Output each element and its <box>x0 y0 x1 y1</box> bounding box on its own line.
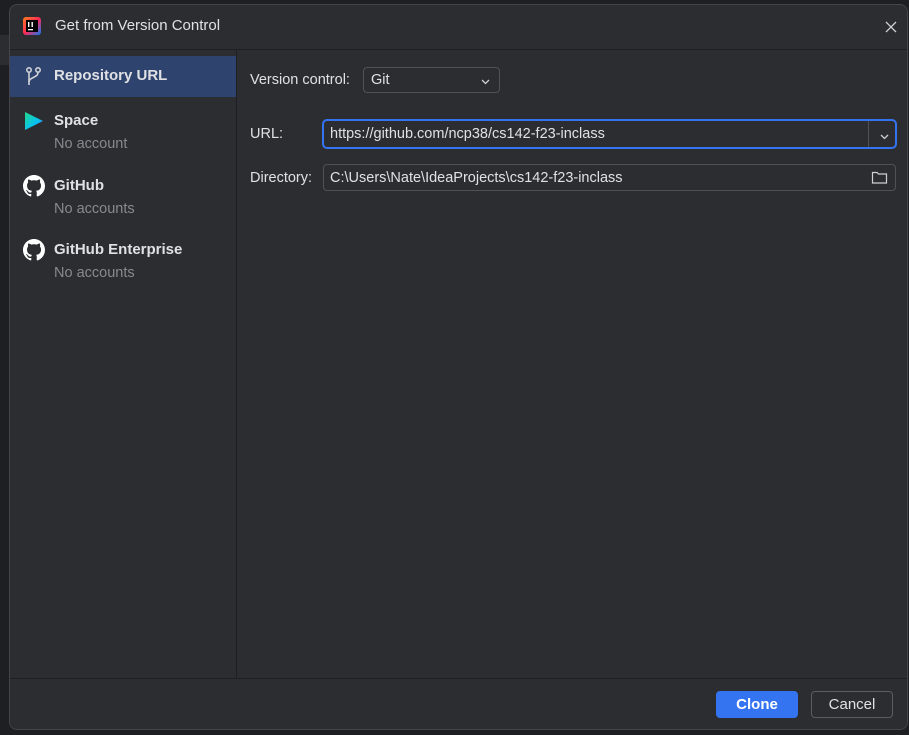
url-label: URL: <box>250 126 284 142</box>
chevron-down-icon[interactable] <box>879 129 890 140</box>
chevron-down-icon <box>480 74 491 85</box>
url-input[interactable] <box>330 124 860 144</box>
github-icon <box>23 175 45 197</box>
ide-background <box>0 35 9 65</box>
url-divider <box>868 121 869 147</box>
sidebar-item-sublabel: No accounts <box>54 265 135 281</box>
folder-icon[interactable] <box>871 170 888 185</box>
version-control-label: Version control: <box>250 72 350 88</box>
clone-button[interactable]: Clone <box>716 691 798 718</box>
github-icon <box>23 239 45 261</box>
sidebar-item-label: GitHub Enterprise <box>54 241 183 258</box>
directory-label: Directory: <box>250 170 313 186</box>
sidebar-item-label: Space <box>54 112 99 129</box>
version-control-value: Git <box>371 72 390 88</box>
get-from-vcs-dialog: Get from Version Control Repository URL <box>9 4 908 730</box>
source-sidebar: Repository URL Space No account GitHub N… <box>10 50 237 678</box>
cancel-button[interactable]: Cancel <box>811 691 893 718</box>
sidebar-item-github-enterprise[interactable]: GitHub Enterprise No accounts <box>10 229 236 285</box>
sidebar-item-space[interactable]: Space No account <box>10 102 236 158</box>
url-combo <box>322 119 897 149</box>
sidebar-item-label: Repository URL <box>54 67 168 84</box>
intellij-app-icon <box>23 17 41 35</box>
sidebar-item-sublabel: No accounts <box>54 201 135 217</box>
sidebar-item-repository-url[interactable]: Repository URL <box>10 56 236 97</box>
directory-field <box>323 164 896 191</box>
repository-url-panel: Version control: Git URL: Directory: <box>237 50 907 678</box>
close-icon[interactable] <box>881 17 901 37</box>
dialog-footer: Clone Cancel <box>10 678 907 729</box>
dialog-titlebar: Get from Version Control <box>10 5 907 50</box>
sidebar-item-sublabel: No account <box>54 136 128 152</box>
space-logo-icon <box>23 110 45 132</box>
version-control-dropdown[interactable]: Git <box>363 67 500 93</box>
sidebar-item-label: GitHub <box>54 177 104 194</box>
directory-input[interactable] <box>330 168 850 187</box>
dialog-title: Get from Version Control <box>55 17 221 34</box>
vcs-branch-icon <box>23 66 45 88</box>
sidebar-item-github[interactable]: GitHub No accounts <box>10 165 236 221</box>
